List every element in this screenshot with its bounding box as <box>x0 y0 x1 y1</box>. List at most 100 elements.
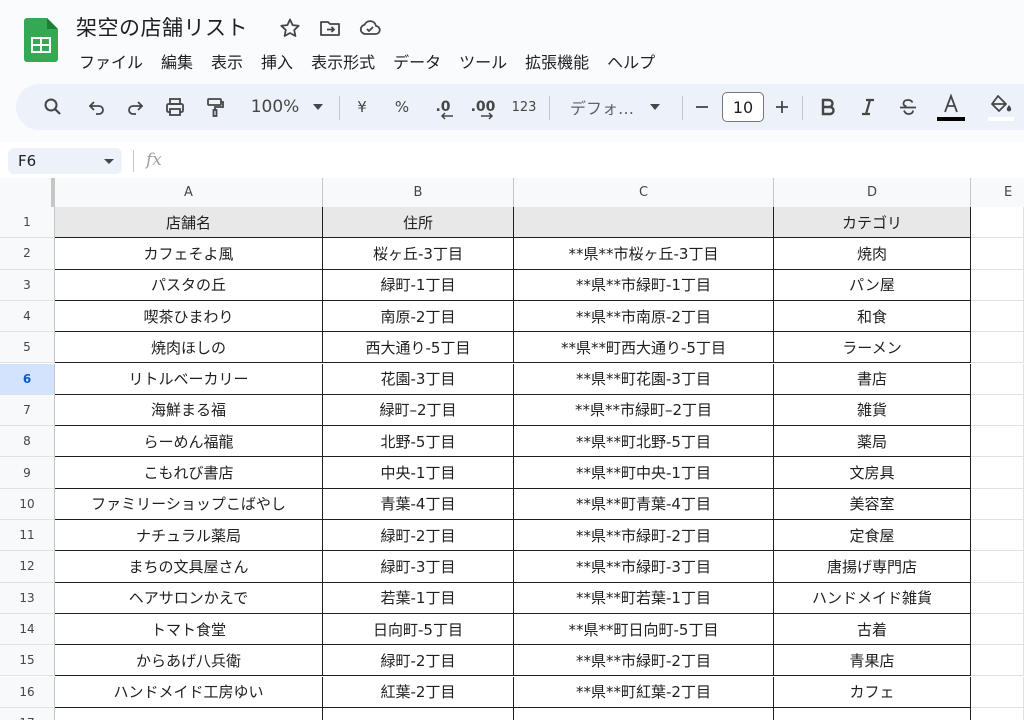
table-cell[interactable]: 桜ヶ丘-3丁目 <box>323 238 514 270</box>
table-cell[interactable] <box>971 707 1024 720</box>
name-box[interactable]: F6 <box>8 148 122 174</box>
table-cell[interactable]: **県**町花園-3丁目 <box>514 363 774 395</box>
table-cell[interactable] <box>971 582 1024 614</box>
table-cell[interactable]: 美容室 <box>774 488 971 520</box>
table-cell[interactable]: 書店 <box>774 363 971 395</box>
table-cell[interactable]: **県**町若葉-1丁目 <box>514 582 774 614</box>
text-color-button[interactable] <box>934 84 968 130</box>
table-cell[interactable]: 緑町-2丁目 <box>323 645 514 677</box>
table-cell[interactable]: 青葉-4丁目 <box>323 488 514 520</box>
table-cell[interactable] <box>55 707 323 720</box>
paint-format-button[interactable] <box>200 84 230 130</box>
table-cell[interactable] <box>971 300 1024 333</box>
table-cell[interactable] <box>971 394 1024 427</box>
menu-tools[interactable]: ツール <box>450 46 516 76</box>
row-header[interactable]: 13 <box>0 582 55 614</box>
column-header-d[interactable]: D <box>774 178 971 207</box>
row-header[interactable]: 4 <box>0 300 55 333</box>
increase-font-size-button[interactable] <box>770 84 794 130</box>
row-header[interactable]: 11 <box>0 520 55 552</box>
table-cell[interactable]: ハンドメイド工房ゆい <box>55 676 323 708</box>
table-cell[interactable]: 緑町–2丁目 <box>323 394 514 427</box>
decrease-decimal-button[interactable]: .0 <box>426 84 460 130</box>
table-cell[interactable]: 南原-2丁目 <box>323 300 514 333</box>
currency-format-button[interactable]: ¥ <box>348 84 376 130</box>
table-cell[interactable]: こもれび書店 <box>55 457 323 489</box>
table-cell[interactable]: 北野-5丁目 <box>323 426 514 458</box>
menu-view[interactable]: 表示 <box>202 46 252 76</box>
row-header[interactable]: 14 <box>0 613 55 646</box>
table-cell[interactable]: **県**市緑町-2丁目 <box>514 645 774 677</box>
table-cell[interactable]: **県**市緑町-1丁目 <box>514 269 774 301</box>
row-header[interactable]: 3 <box>0 269 55 301</box>
table-cell[interactable] <box>774 707 971 720</box>
table-cell[interactable]: パスタの丘 <box>55 269 323 301</box>
table-cell[interactable]: **県**町西大通り-5丁目 <box>514 332 774 364</box>
decrease-font-size-button[interactable] <box>690 84 714 130</box>
menu-extensions[interactable]: 拡張機能 <box>516 46 598 76</box>
table-cell[interactable] <box>971 238 1024 270</box>
redo-button[interactable] <box>120 84 150 130</box>
row-header[interactable]: 9 <box>0 457 55 489</box>
print-button[interactable] <box>160 84 190 130</box>
row-header[interactable]: 16 <box>0 676 55 708</box>
table-cell[interactable] <box>971 613 1024 646</box>
table-cell[interactable] <box>514 707 774 720</box>
row-header[interactable]: 12 <box>0 551 55 583</box>
table-cell[interactable]: パン屋 <box>774 269 971 301</box>
menu-insert[interactable]: 挿入 <box>252 46 302 76</box>
table-cell[interactable]: **県**市緑町-2丁目 <box>514 520 774 552</box>
table-cell[interactable] <box>971 363 1024 395</box>
header-cell[interactable]: 住所 <box>323 207 514 239</box>
table-cell[interactable]: **県**町紅葉-2丁目 <box>514 676 774 708</box>
menu-file[interactable]: ファイル <box>70 46 152 76</box>
column-header-c[interactable]: C <box>514 178 774 207</box>
table-cell[interactable]: 日向町-5丁目 <box>323 613 514 646</box>
menu-edit[interactable]: 編集 <box>152 46 202 76</box>
header-cell[interactable] <box>514 207 774 239</box>
table-cell[interactable]: **県**町青葉-4丁目 <box>514 488 774 520</box>
table-cell[interactable]: 中央-1丁目 <box>323 457 514 489</box>
table-cell[interactable]: 定食屋 <box>774 520 971 552</box>
table-cell[interactable]: 焼肉 <box>774 238 971 270</box>
menu-data[interactable]: データ <box>384 46 450 76</box>
table-cell[interactable] <box>971 332 1024 364</box>
row-header[interactable]: 7 <box>0 394 55 427</box>
table-cell[interactable]: 緑町-2丁目 <box>323 520 514 552</box>
font-family-select[interactable]: デフォ… <box>562 84 668 130</box>
percent-format-button[interactable]: % <box>388 84 416 130</box>
table-cell[interactable]: からあげ八兵衛 <box>55 645 323 677</box>
table-cell[interactable]: 薬局 <box>774 426 971 458</box>
italic-button[interactable] <box>854 84 882 130</box>
row-header[interactable]: 8 <box>0 426 55 458</box>
table-cell[interactable]: ファミリーショップこばやし <box>55 488 323 520</box>
table-cell[interactable]: 西大通り-5丁目 <box>323 332 514 364</box>
table-cell[interactable]: 古着 <box>774 613 971 646</box>
table-cell[interactable] <box>971 676 1024 708</box>
select-all-corner[interactable] <box>0 178 55 207</box>
table-cell[interactable]: **県**町中央-1丁目 <box>514 457 774 489</box>
row-header[interactable]: 6 <box>0 363 55 395</box>
zoom-select[interactable]: 100% <box>242 84 332 130</box>
table-cell[interactable]: らーめん福龍 <box>55 426 323 458</box>
table-cell[interactable] <box>971 207 1024 239</box>
table-cell[interactable]: カフェ <box>774 676 971 708</box>
row-header[interactable]: 10 <box>0 488 55 520</box>
table-cell[interactable]: 喫茶ひまわり <box>55 300 323 333</box>
table-cell[interactable]: ラーメン <box>774 332 971 364</box>
increase-decimal-button[interactable]: .00 <box>466 84 500 130</box>
table-cell[interactable] <box>971 457 1024 489</box>
table-cell[interactable] <box>971 426 1024 458</box>
row-header[interactable]: 17 <box>0 707 55 720</box>
column-header-e[interactable]: E <box>971 178 1024 207</box>
table-cell[interactable]: ナチュラル薬局 <box>55 520 323 552</box>
menu-help[interactable]: ヘルプ <box>598 46 664 76</box>
table-cell[interactable]: 雑貨 <box>774 394 971 427</box>
table-cell[interactable]: **県**市桜ヶ丘-3丁目 <box>514 238 774 270</box>
table-cell[interactable]: 緑町-3丁目 <box>323 551 514 583</box>
table-cell[interactable]: カフェそよ風 <box>55 238 323 270</box>
table-cell[interactable]: まちの文具屋さん <box>55 551 323 583</box>
table-cell[interactable]: 紅葉-2丁目 <box>323 676 514 708</box>
move-folder-icon[interactable] <box>318 16 342 40</box>
row-header[interactable]: 15 <box>0 645 55 677</box>
